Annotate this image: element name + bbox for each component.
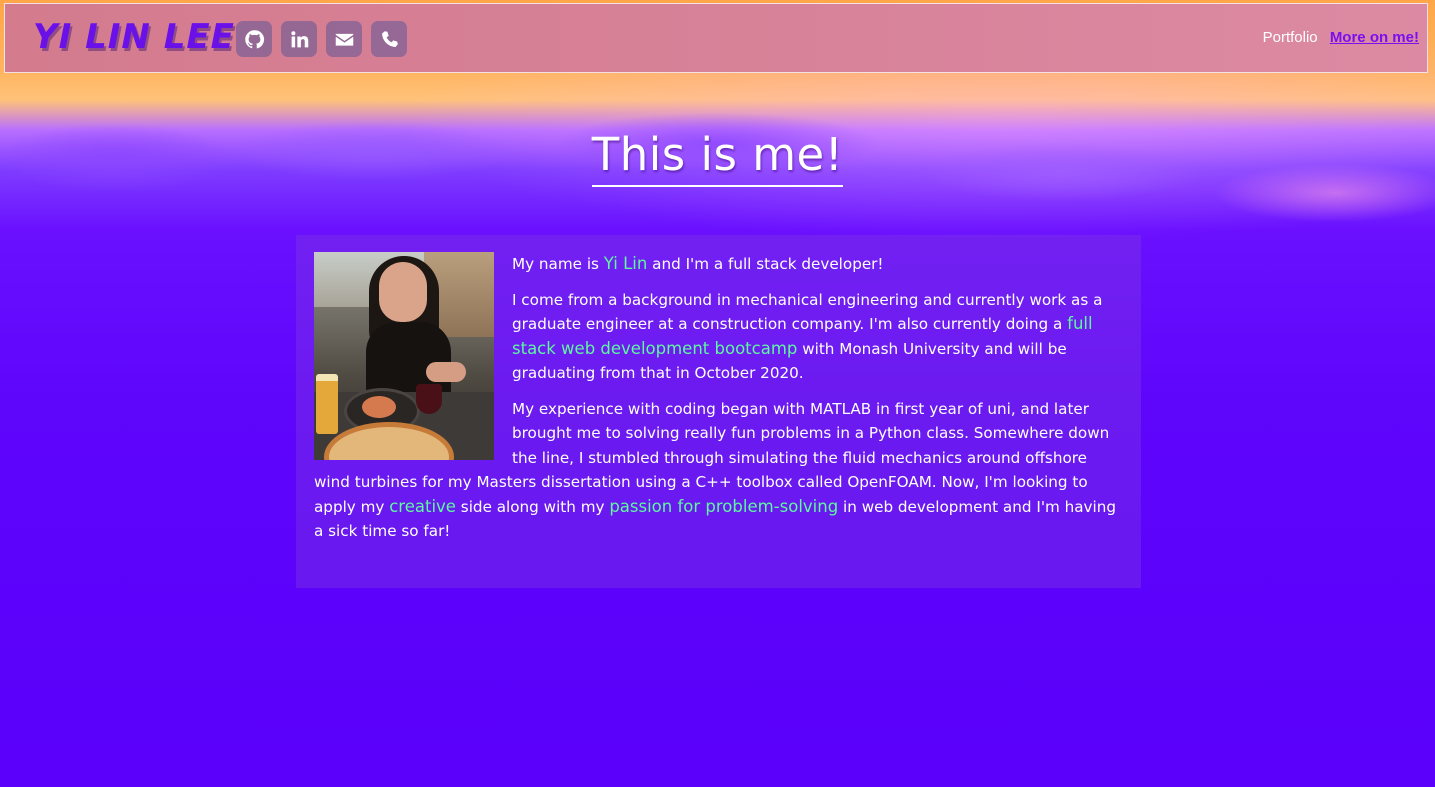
brand-name: YI LIN LEE (33, 17, 235, 57)
phone-icon (381, 30, 398, 47)
page-title-wrap: This is me! (0, 128, 1435, 187)
linkedin-button[interactable] (281, 21, 317, 57)
phone-button[interactable] (371, 21, 407, 57)
nav-more-link[interactable]: More on me! (1330, 29, 1419, 46)
profile-photo (314, 252, 494, 460)
page-title: This is me! (591, 128, 844, 187)
creative-highlight: creative (389, 496, 456, 516)
nav-portfolio-link[interactable]: Portfolio (1263, 29, 1318, 46)
social-links (236, 21, 407, 57)
github-button[interactable] (236, 21, 272, 57)
name-highlight: Yi Lin (603, 254, 648, 273)
nav-links: Portfolio More on me! (1255, 29, 1419, 46)
passion-highlight: passion for problem-solving (609, 496, 839, 516)
about-card: My name is Yi Lin and I'm a full stack d… (296, 235, 1141, 588)
github-icon (244, 29, 264, 48)
envelope-icon (335, 33, 353, 46)
email-button[interactable] (326, 21, 362, 57)
navbar: YI LIN LEE Portfolio More on me! (4, 3, 1428, 73)
linkedin-icon (290, 30, 308, 47)
